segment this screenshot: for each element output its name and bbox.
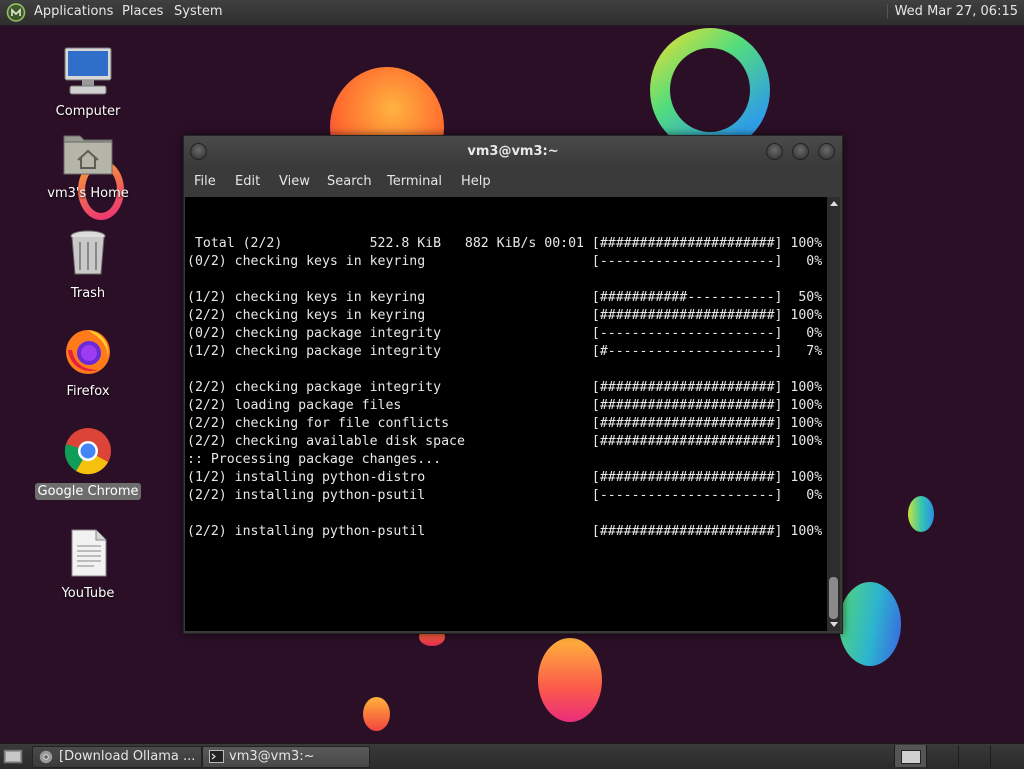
desktop-icon-computer[interactable]: Computer bbox=[33, 46, 143, 120]
terminal-line: (2/2) loading package files [###########… bbox=[187, 398, 823, 413]
terminal-menubar: File Edit View Search Terminal Help bbox=[184, 167, 842, 197]
terminal-line: (2/2) checking for file conflicts [#####… bbox=[187, 416, 823, 431]
wallpaper-ring bbox=[650, 28, 770, 152]
desktop-icon-label: Computer bbox=[55, 104, 121, 119]
taskbar-item-label: vm3@vm3:~ bbox=[229, 749, 315, 764]
show-desktop-icon[interactable] bbox=[3, 749, 23, 764]
bottom-panel: [Download Ollama ... vm3@vm3:~ bbox=[0, 743, 1024, 769]
wallpaper-bubble bbox=[908, 496, 934, 532]
terminal-line: :: Processing package changes... bbox=[187, 452, 442, 467]
terminal-line: (2/2) checking keys in keyring [########… bbox=[187, 308, 823, 323]
title-bar[interactable]: vm3@vm3:~ bbox=[184, 136, 842, 167]
terminal-output: Total (2/2) 522.8 KiB 882 KiB/s 00:01 [#… bbox=[187, 235, 822, 541]
taskbar-item-chrome[interactable]: [Download Ollama ... bbox=[32, 746, 202, 768]
taskbar-item-label: [Download Ollama ... bbox=[59, 749, 196, 764]
menu-view[interactable]: View bbox=[279, 174, 310, 189]
clock[interactable]: Wed Mar 27, 06:15 bbox=[886, 4, 1018, 19]
terminal-line: (2/2) installing python-psutil [########… bbox=[187, 524, 823, 539]
wallpaper-bubble bbox=[363, 697, 390, 731]
desktop-icon-trash[interactable]: Trash bbox=[33, 228, 143, 302]
menu-search[interactable]: Search bbox=[327, 174, 372, 189]
menu-help[interactable]: Help bbox=[461, 174, 491, 189]
terminal-line: (2/2) checking available disk space [###… bbox=[187, 434, 823, 449]
terminal-line: (1/2) checking package integrity [#-----… bbox=[187, 344, 823, 359]
workspace-4[interactable] bbox=[990, 745, 1022, 767]
taskbar-item-terminal[interactable]: vm3@vm3:~ bbox=[202, 746, 370, 768]
terminal-scrollbar[interactable] bbox=[827, 197, 840, 631]
terminal-line: (1/2) checking keys in keyring [########… bbox=[187, 290, 823, 305]
menu-file[interactable]: File bbox=[194, 174, 216, 189]
wallpaper-bubble bbox=[538, 638, 602, 722]
menu-edit[interactable]: Edit bbox=[235, 174, 260, 189]
terminal-line: (1/2) installing python-distro [########… bbox=[187, 470, 823, 485]
workspace-1[interactable] bbox=[894, 745, 926, 767]
scroll-down-arrow-icon[interactable] bbox=[830, 622, 838, 627]
terminal-line: (2/2) installing python-psutil [--------… bbox=[187, 488, 823, 503]
desktop-icon-chrome[interactable]: Google Chrome bbox=[33, 426, 143, 500]
desktop-icon-home[interactable]: vm3's Home bbox=[33, 128, 143, 202]
places-menu[interactable]: Places bbox=[122, 4, 163, 19]
terminal-window[interactable]: vm3@vm3:~ File Edit View Search Terminal… bbox=[183, 135, 843, 634]
desktop-icon-label: vm3's Home bbox=[47, 186, 129, 201]
menu-terminal[interactable]: Terminal bbox=[387, 174, 442, 189]
desktop-icon-firefox[interactable]: Firefox bbox=[33, 326, 143, 400]
top-panel: Applications Places System Wed Mar 27, 0… bbox=[0, 0, 1024, 26]
system-menu[interactable]: System bbox=[174, 4, 222, 19]
terminal-line: (0/2) checking package integrity [------… bbox=[187, 326, 823, 341]
mate-logo-icon[interactable] bbox=[6, 3, 26, 22]
workspace-3[interactable] bbox=[958, 745, 990, 767]
terminal-line: (2/2) checking package integrity [######… bbox=[187, 380, 823, 395]
desktop-icon-youtube[interactable]: YouTube bbox=[33, 528, 143, 602]
terminal-icon bbox=[209, 750, 224, 763]
chrome-icon bbox=[39, 750, 53, 764]
trash-icon bbox=[70, 230, 106, 275]
desktop-icon-label: Trash bbox=[70, 286, 106, 301]
workspace-2[interactable] bbox=[926, 745, 958, 767]
scroll-up-arrow-icon[interactable] bbox=[830, 201, 838, 206]
terminal-line: (0/2) checking keys in keyring [--------… bbox=[187, 254, 823, 269]
wallpaper-bubble bbox=[839, 582, 901, 666]
home-folder-icon bbox=[63, 135, 113, 175]
workspace-window-thumb bbox=[901, 750, 921, 764]
maximize-button[interactable] bbox=[792, 143, 809, 160]
terminal-output-area[interactable]: Total (2/2) 522.8 KiB 882 KiB/s 00:01 [#… bbox=[185, 197, 827, 631]
computer-icon bbox=[64, 47, 112, 95]
close-button[interactable] bbox=[818, 143, 835, 160]
desktop-icon-label: Google Chrome bbox=[34, 483, 142, 500]
scrollbar-thumb[interactable] bbox=[829, 577, 838, 619]
desktop-icon-label: YouTube bbox=[61, 586, 115, 601]
document-icon bbox=[71, 529, 107, 577]
firefox-icon bbox=[66, 330, 110, 374]
desktop-icon-label: Firefox bbox=[66, 384, 110, 399]
terminal-line: Total (2/2) 522.8 KiB 882 KiB/s 00:01 [#… bbox=[194, 236, 823, 251]
applications-menu[interactable]: Applications bbox=[34, 4, 113, 19]
window-title: vm3@vm3:~ bbox=[467, 144, 559, 159]
minimize-button[interactable] bbox=[766, 143, 783, 160]
chrome-icon bbox=[64, 428, 111, 475]
